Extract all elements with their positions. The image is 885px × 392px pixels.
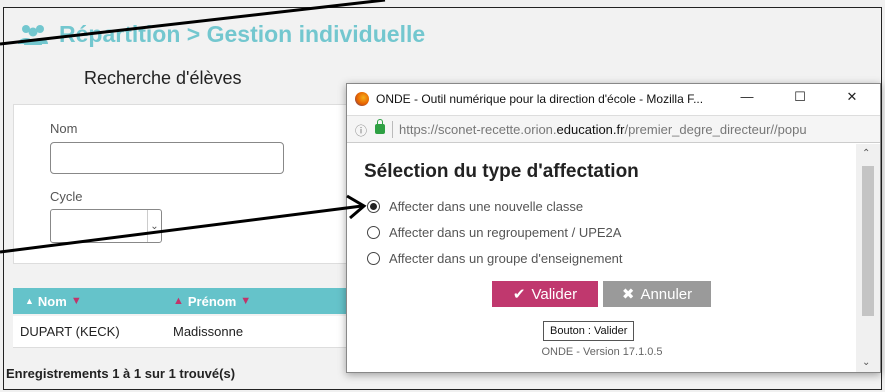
radio-button[interactable] bbox=[367, 252, 380, 265]
nom-label: Nom bbox=[50, 121, 78, 136]
sort-asc-icon[interactable]: ▲ bbox=[173, 295, 184, 307]
popup-scrollbar[interactable]: ⌃ ⌄ bbox=[856, 144, 880, 372]
lock-icon bbox=[375, 119, 385, 134]
tooltip: Bouton : Valider bbox=[543, 321, 635, 341]
option-groupe-enseignement[interactable]: Affecter dans un groupe d'enseignement bbox=[367, 251, 623, 266]
dialog-heading: Sélection du type d'affectation bbox=[364, 161, 639, 182]
page-header: Répartition > Gestion individuelle bbox=[17, 17, 425, 51]
window-titlebar: ONDE - Outil numérique pour la direction… bbox=[347, 84, 880, 114]
sort-desc-icon[interactable]: ▼ bbox=[71, 295, 82, 307]
option-label: Affecter dans une nouvelle classe bbox=[389, 199, 584, 214]
annuler-button[interactable]: ✖ Annuler bbox=[603, 281, 711, 307]
records-count: Enregistrements 1 à 1 sur 1 trouvé(s) bbox=[6, 366, 236, 381]
scroll-down-icon[interactable]: ⌄ bbox=[862, 357, 870, 368]
page-title: Répartition > Gestion individuelle bbox=[59, 20, 426, 47]
option-label: Affecter dans un regroupement / UPE2A bbox=[389, 225, 622, 240]
column-header-nom[interactable]: ▲ Nom ▼ bbox=[25, 294, 82, 309]
close-button[interactable]: ✕ bbox=[842, 89, 862, 105]
cell-prenom: Madissonne bbox=[173, 324, 244, 339]
check-icon: ✔ bbox=[512, 286, 526, 303]
url-separator bbox=[392, 121, 393, 138]
sort-asc-icon[interactable]: ▲ bbox=[25, 296, 34, 306]
users-group-icon bbox=[18, 25, 48, 45]
popup-content: Sélection du type d'affectation Affecter… bbox=[347, 144, 857, 372]
annuler-label: Annuler bbox=[640, 285, 693, 303]
firefox-icon bbox=[355, 92, 369, 106]
column-header-label: Prénom bbox=[187, 293, 237, 309]
option-regroupement[interactable]: Affecter dans un regroupement / UPE2A bbox=[367, 225, 621, 240]
valider-label: Valider bbox=[531, 285, 578, 303]
option-label: Affecter dans un groupe d'enseignement bbox=[389, 251, 623, 266]
url-text: https://sconet-recette.orion.education.f… bbox=[399, 122, 807, 137]
maximize-button[interactable]: ☐ bbox=[790, 89, 810, 105]
radio-button[interactable] bbox=[367, 200, 380, 213]
search-section-title: Recherche d'élèves bbox=[84, 68, 242, 88]
cycle-select[interactable]: ⌄ bbox=[50, 209, 162, 243]
info-icon[interactable]: ⓘ bbox=[355, 122, 367, 139]
sort-desc-icon[interactable]: ▼ bbox=[240, 295, 251, 307]
minimize-button[interactable]: — bbox=[737, 89, 757, 104]
scroll-up-icon[interactable]: ⌃ bbox=[862, 148, 870, 159]
column-header-label: Nom bbox=[37, 293, 67, 309]
version-text: ONDE - Version 17.1.0.5 bbox=[541, 346, 663, 358]
url-bar[interactable]: ⓘ https://sconet-recette.orion.education… bbox=[347, 115, 880, 143]
window-title: ONDE - Outil numérique pour la direction… bbox=[376, 92, 704, 106]
radio-button[interactable] bbox=[367, 226, 380, 239]
nom-input[interactable] bbox=[50, 142, 284, 174]
cell-nom: DUPART (KECK) bbox=[20, 324, 120, 339]
close-icon: ✖ bbox=[621, 286, 635, 303]
column-header-prenom[interactable]: ▲ Prénom ▼ bbox=[173, 294, 251, 309]
chevron-down-icon: ⌄ bbox=[147, 210, 161, 242]
cycle-label: Cycle bbox=[50, 189, 83, 204]
valider-button[interactable]: ✔ Valider bbox=[492, 281, 598, 307]
option-nouvelle-classe[interactable]: Affecter dans une nouvelle classe bbox=[367, 199, 583, 214]
scroll-thumb[interactable] bbox=[862, 166, 874, 316]
popup-window: ONDE - Outil numérique pour la direction… bbox=[346, 83, 881, 373]
